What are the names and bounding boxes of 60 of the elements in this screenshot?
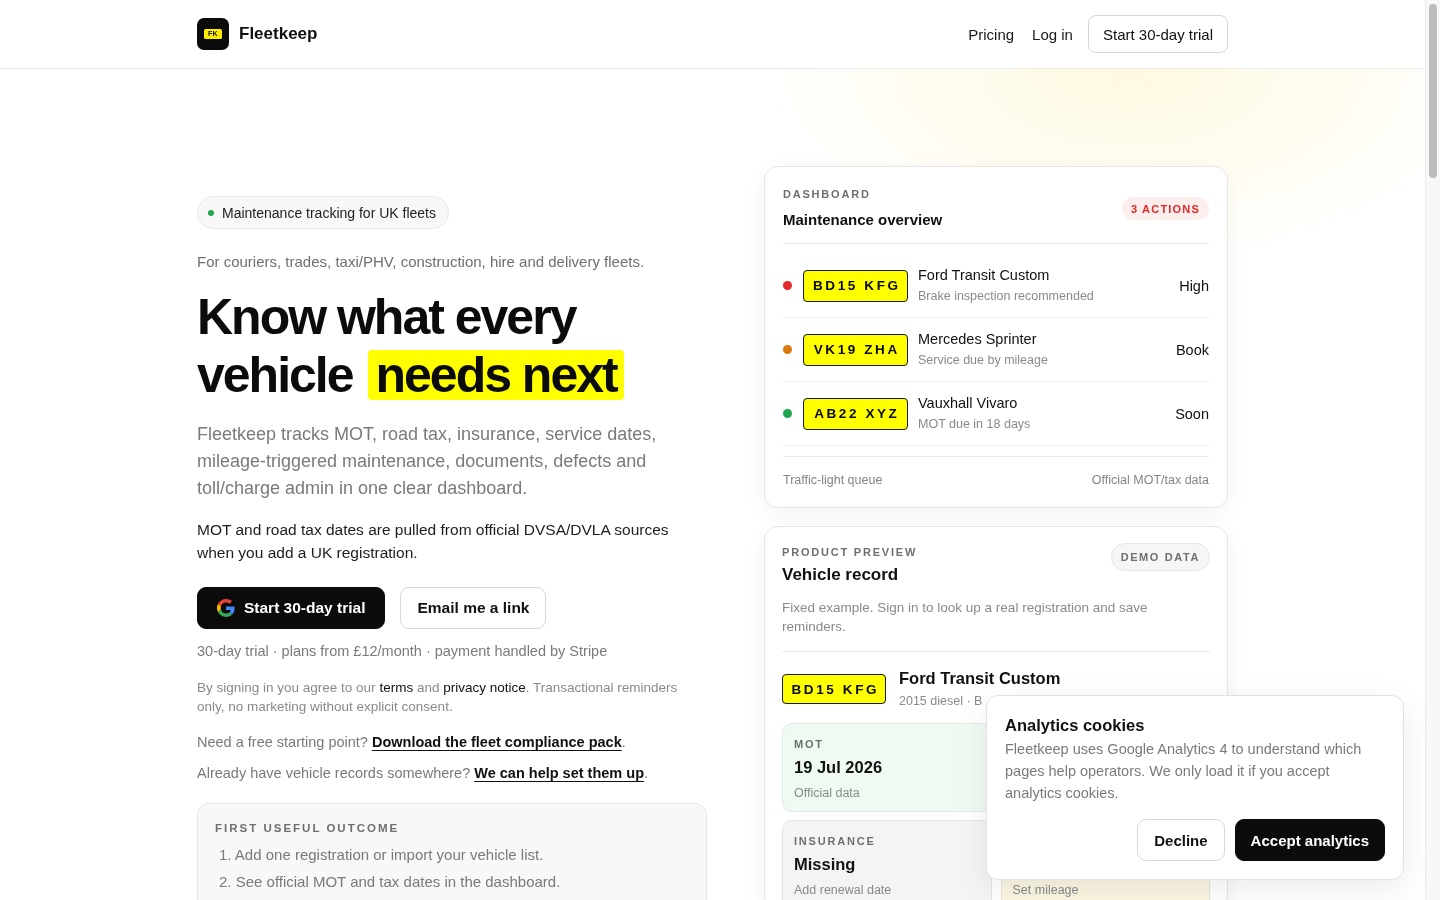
consent-text: By signing in you agree to our terms and privacy notice. Transactional reminders only, no marketing without explicit consent. (197, 679, 679, 716)
nav-link[interactable]: Pricing (968, 25, 1015, 43)
brand-name: Fleetkeep (239, 24, 318, 44)
status-dot-icon (208, 209, 214, 216)
vehicle-detail: Brake inspection recommended (918, 288, 1095, 305)
colored-g-icon (217, 599, 235, 617)
source-note: MOT and road tax dates are pulled from official DVSA/DVLA sources when you add a UK registration. (197, 520, 670, 563)
outcome-step: 2. See official MOT and tax dates in the dashboard. (219, 868, 689, 895)
help-text: Already have vehicle records somewhere? We can help set them up. (197, 764, 649, 783)
tile-value: 19 Jul 2026 (794, 757, 884, 778)
outcome-title: FIRST USEFUL OUTCOME (215, 821, 401, 836)
text-link[interactable]: Download the fleet compliance pack (371, 734, 622, 750)
tile-note: Official data (794, 785, 861, 800)
tile-note: Add renewal date (794, 882, 893, 897)
dialog-title: Analytics cookies (1005, 715, 1146, 736)
secondary-button[interactable]: Decline (1137, 819, 1225, 861)
footer-text: Official MOT/tax data (1091, 472, 1209, 489)
status-label: Book (1175, 341, 1209, 358)
section-label: PRODUCT PREVIEW (782, 545, 918, 559)
number-plate: BD15 KFG (782, 674, 886, 704)
footer-text: Traffic-light queue (783, 472, 883, 489)
tile-label: INSURANCE (794, 834, 877, 848)
actions-badge: 3 ACTIONS (1121, 197, 1209, 220)
trial-button[interactable]: Start 30-day trial (1087, 15, 1228, 53)
tile-note: Set mileage (1012, 882, 1080, 897)
card-title: Maintenance overview (783, 210, 943, 230)
number-plate: AB22 XYZ (803, 397, 908, 430)
start-trial-button[interactable]: Start 30-day trial (197, 587, 386, 629)
pricing-note: 30-day trial · plans from £12/month · payment handled by Stripe (197, 642, 608, 661)
status-label: Soon (1175, 405, 1209, 422)
dialog-text: Fleetkeep uses Google Analytics 4 to understand which pages help operators. We only load it if you accept analytics cookies. (1005, 740, 1363, 803)
number-plate: VK19 ZHA (803, 333, 908, 366)
secondary-button[interactable]: Email me a link (400, 587, 547, 629)
tile-value: Missing (794, 854, 857, 875)
status-label: High (1179, 277, 1209, 294)
lead-text: Fleetkeep tracks MOT, road tax, insurance, service dates, mileage-triggered maintenance, documents, defects and toll/charge admin in one clear dashboard. (197, 423, 658, 500)
vehicle-name: Mercedes Sprinter (918, 330, 1038, 349)
vehicle-detail: Service due by mileage (918, 352, 1049, 369)
help-text: Need a free starting point? Download the fleet compliance pack. (197, 733, 626, 752)
audience-text: For couriers, trades, taxi/PHV, construction, hire and delivery fleets. (197, 252, 645, 272)
vehicle-detail: MOT due in 18 days (918, 416, 1032, 433)
text-link[interactable]: privacy notice (443, 680, 526, 695)
number-plate: BD15 KFG (803, 269, 908, 302)
outcome-step: 1. Add one registration or import your vehicle list. (219, 841, 689, 868)
text-link[interactable]: terms (379, 680, 414, 695)
scrollbar-thumb[interactable] (1429, 4, 1437, 178)
section-label: DASHBOARD (783, 187, 872, 201)
vehicle-name: Ford Transit Custom (918, 266, 1051, 285)
primary-button[interactable]: Accept analytics (1234, 819, 1385, 861)
headline: Know what every vehicle needs next (197, 288, 707, 404)
nav-link[interactable]: Log in (1032, 25, 1073, 43)
text-link[interactable]: We can help set them up (474, 765, 644, 781)
vehicle-name: Vauxhall Vivaro (918, 394, 1019, 413)
tile-label: MOT (794, 737, 825, 751)
tag-text: Maintenance tracking for UK fleets (222, 204, 436, 221)
vehicle-name: Ford Transit Custom (899, 668, 1062, 689)
description-text: Fixed example. Sign in to look up a real registration and save reminders. (782, 599, 1149, 636)
demo-badge: DEMO DATA (1110, 543, 1210, 571)
vehicle-detail: 2015 diesel · B (899, 693, 983, 710)
card-title: Vehicle record (782, 564, 900, 586)
